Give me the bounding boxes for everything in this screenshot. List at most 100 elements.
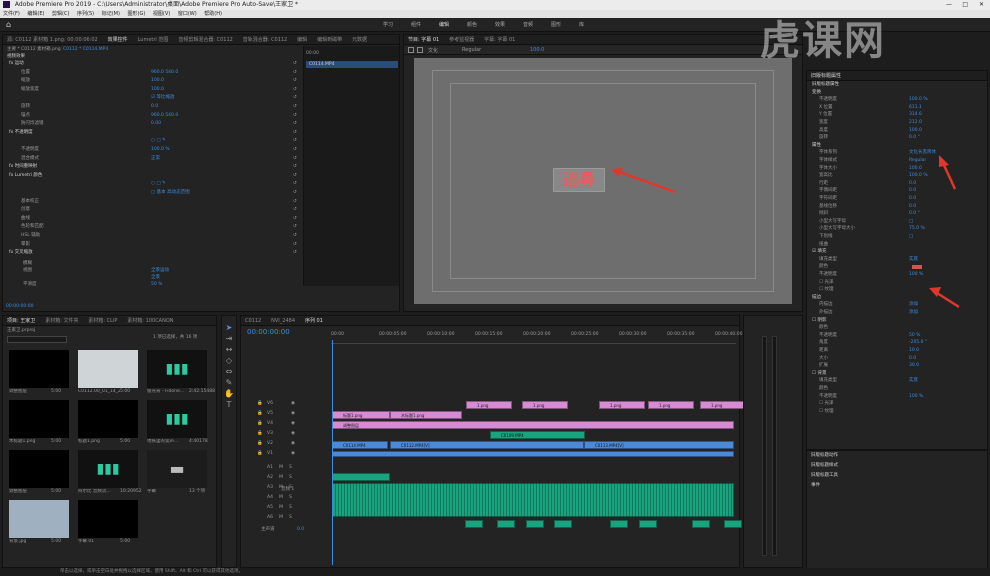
property-label[interactable]: 宽高比 [819, 173, 833, 179]
tab-reference[interactable]: 参考监视器 [445, 35, 478, 44]
property-label[interactable]: 行距 [819, 181, 828, 187]
transition-row-label[interactable]: 平滑度 [23, 282, 37, 288]
workspace-color[interactable]: 颜色 [467, 21, 477, 28]
effect-row-value[interactable]: 0.00 [151, 121, 161, 127]
property-value[interactable]: 0.0 [909, 196, 916, 202]
tab-seq-c0112[interactable]: C0112 [241, 316, 265, 325]
property-label[interactable]: 字体样式 [819, 158, 837, 164]
property-label[interactable]: 高度 [819, 128, 828, 134]
tab-bin-canon[interactable]: 素材箱: 100CANON [123, 316, 177, 325]
pen-icon[interactable]: ✎ [222, 377, 236, 388]
property-label[interactable]: 旋转 [819, 135, 828, 141]
tab-source[interactable]: 源: C0112 素材箱 1.png: 00:00:06:02 [3, 35, 102, 44]
workspace-learn[interactable]: 学习 [383, 21, 393, 28]
clip-thumbnail[interactable]: ▮▮▮ [147, 350, 207, 388]
transition-row-value[interactable]: 50 % [151, 282, 162, 288]
property-label[interactable]: ☐ 纹理 [819, 287, 833, 293]
effect-row-label[interactable]: 锚点 [21, 113, 30, 119]
property-value[interactable]: 添加 [909, 310, 918, 316]
property-label[interactable]: 小型大写字母 [819, 219, 846, 225]
transition-row-value[interactable]: 全景运动 [151, 268, 169, 274]
roll-crawl-icon[interactable] [417, 47, 423, 53]
mute-button[interactable]: M [279, 475, 283, 481]
effect-row-label[interactable]: fx 不透明度 [9, 130, 33, 136]
effect-row-value[interactable]: ☑ 等比缩放 [151, 95, 174, 101]
reset-icon[interactable]: ↺ [293, 190, 297, 196]
clip-name[interactable]: 极光背 - Fidone... [147, 389, 189, 395]
menu-file[interactable]: 文件(F) [3, 11, 20, 17]
clip-thumbnail[interactable]: ▮▮▮ [147, 400, 207, 438]
solo-button[interactable]: S [289, 505, 292, 511]
razor-icon[interactable]: ◇ [222, 355, 236, 366]
type-tool-icon[interactable]: T [222, 399, 236, 410]
property-label[interactable]: 字符间距 [819, 196, 837, 202]
title-clip[interactable]: 1.png [522, 401, 568, 409]
menu-graphics[interactable]: 图形(G) [128, 11, 146, 17]
effect-row-label[interactable]: 晕影 [21, 242, 30, 248]
track-eye-icon[interactable]: ◉ [291, 411, 295, 417]
graphic-clip[interactable]: 木标题1.png [390, 411, 462, 419]
property-label[interactable]: 下划线 [819, 234, 833, 240]
property-value[interactable]: 100.0 [909, 128, 922, 134]
reset-icon[interactable]: ↺ [293, 147, 297, 153]
video-track-label[interactable]: V4 [267, 421, 273, 427]
reset-icon[interactable]: ↺ [293, 173, 297, 179]
workspace-effects[interactable]: 效果 [495, 21, 505, 28]
audio-clip[interactable] [465, 520, 483, 528]
video-clip[interactable]: C0109.MP4 [490, 431, 585, 439]
font-family-select[interactable]: 文化 [428, 47, 438, 54]
video-clip[interactable] [332, 451, 734, 457]
video-clip[interactable]: C0113.MP4[V] [584, 441, 734, 449]
property-label[interactable]: 字体系列 [819, 150, 837, 156]
property-label[interactable]: 填充类型 [819, 257, 837, 263]
property-value[interactable]: □ [909, 219, 913, 225]
menu-help[interactable]: 帮助(H) [204, 11, 222, 17]
property-value[interactable]: 0.0 [909, 204, 916, 210]
tab-project[interactable]: 项目: 王家卫 [3, 316, 39, 325]
video-track-label[interactable]: V5 [267, 411, 273, 417]
clip-name[interactable]: 地铁里的谈声... [147, 439, 189, 445]
title-actions-panel[interactable]: 旧版标题动作 [811, 453, 838, 459]
property-value[interactable]: 实底 [909, 378, 918, 384]
title-tools-panel[interactable]: 旧版标题工具 [811, 473, 838, 479]
audio-track-label[interactable]: A5 [267, 505, 273, 511]
effect-row-value[interactable]: ○ □ ✎ [151, 138, 166, 144]
title-styles-panel[interactable]: 旧版标题样式 [811, 463, 838, 469]
workspace-audio[interactable]: 音频 [523, 21, 533, 28]
mute-button[interactable]: M [279, 515, 283, 521]
reset-icon[interactable]: ↺ [293, 216, 297, 222]
tab-audio-track-mixer[interactable]: 音轨混合器: C0112 [239, 35, 292, 44]
tab-bin-clip[interactable]: 素材箱: CLIP [84, 316, 121, 325]
property-value[interactable]: Regular [909, 158, 926, 164]
fill-color-swatch[interactable] [912, 265, 922, 270]
reset-icon[interactable]: ↺ [293, 199, 297, 205]
video-track-label[interactable]: V2 [267, 441, 273, 447]
solo-button[interactable]: S [289, 475, 292, 481]
property-label[interactable]: 扭曲 [819, 242, 828, 248]
reset-icon[interactable]: ↺ [293, 224, 297, 230]
property-value[interactable]: 100.0 % [909, 173, 928, 179]
project-search[interactable] [7, 336, 67, 343]
track-eye-icon[interactable]: ◉ [291, 451, 295, 457]
audio-clip[interactable] [554, 520, 572, 528]
clip-thumbnail[interactable]: ▬ [147, 450, 207, 488]
effect-row-label[interactable]: fx Lumetri 颜色 [9, 173, 42, 179]
property-value[interactable]: □ [909, 234, 913, 240]
property-label[interactable]: X 位置 [819, 105, 833, 111]
master-volume[interactable]: 0.0 [297, 527, 304, 533]
property-label[interactable]: 颜色 [819, 386, 828, 392]
property-value[interactable]: 50 % [909, 333, 920, 339]
effect-row-value[interactable]: 0.0 [151, 104, 158, 110]
tab-title[interactable]: 字幕: 字幕 01 [480, 35, 519, 44]
audio-clip[interactable] [692, 520, 710, 528]
effect-row-label[interactable]: 防闪烁滤镜 [21, 121, 44, 127]
reset-icon[interactable]: ↺ [293, 87, 297, 93]
reset-icon[interactable]: ↺ [293, 78, 297, 84]
effect-row-label[interactable]: 不透明度 [21, 147, 39, 153]
clip-name[interactable]: 调整图层 [9, 489, 51, 495]
audio-clip[interactable] [610, 520, 628, 528]
reset-icon[interactable]: ↺ [293, 233, 297, 239]
property-value[interactable]: 100 % [909, 394, 923, 400]
property-label[interactable]: 不透明度 [819, 394, 837, 400]
property-label[interactable]: 基线位移 [819, 204, 837, 210]
